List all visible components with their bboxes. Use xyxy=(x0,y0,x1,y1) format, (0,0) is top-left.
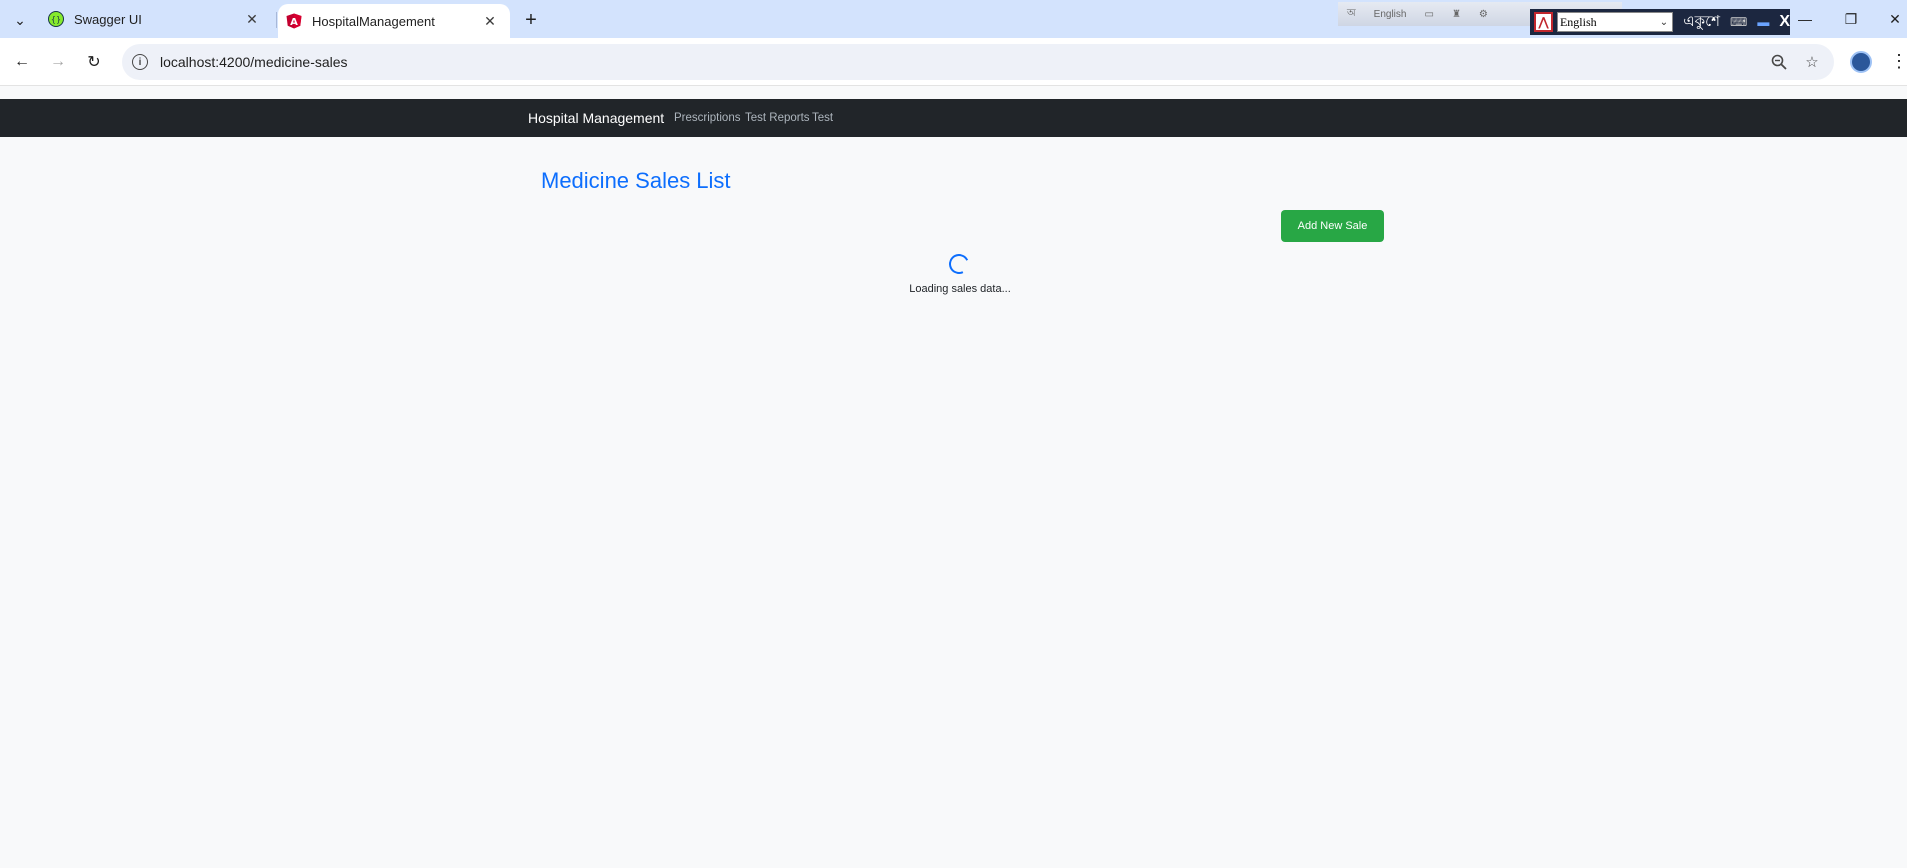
keyboard-icon[interactable]: ▭ xyxy=(1424,9,1433,20)
keyboard-icon[interactable]: ⌨ xyxy=(1730,15,1747,29)
pin-icon[interactable]: ♜ xyxy=(1452,9,1461,20)
window-minimize-icon[interactable]: — xyxy=(1782,6,1828,32)
ime-language-select[interactable]: English ⌄ xyxy=(1556,12,1674,32)
back-arrow-icon[interactable]: ← xyxy=(8,48,36,76)
site-info-icon[interactable]: i xyxy=(132,54,148,70)
reload-icon[interactable]: ↻ xyxy=(80,48,108,76)
ime-top-language[interactable]: English xyxy=(1374,9,1407,20)
ime-language-value: English xyxy=(1559,14,1597,29)
nav-link-test-reports[interactable]: Test Reports xyxy=(745,99,810,137)
tab-title: Swagger UI xyxy=(74,11,142,27)
page-title: Medicine Sales List xyxy=(541,168,731,193)
loading-spinner-icon xyxy=(946,251,972,277)
svg-text:A: A xyxy=(290,17,298,28)
browser-toolbar: ← → ↻ i localhost:4200/medicine-sales ☆ … xyxy=(0,38,1907,86)
tab-divider xyxy=(276,12,277,28)
zoom-icon[interactable] xyxy=(1765,44,1793,80)
tab-close-icon[interactable]: ✕ xyxy=(242,9,262,29)
tab-swagger-ui[interactable]: {} Swagger UI ✕ xyxy=(40,0,272,38)
window-restore-icon[interactable]: ❐ xyxy=(1828,6,1874,32)
add-new-sale-button[interactable]: Add New Sale xyxy=(1281,210,1384,242)
forward-arrow-icon[interactable]: → xyxy=(44,48,72,76)
tab-title: HospitalManagement xyxy=(312,13,435,29)
angular-icon: A xyxy=(286,13,302,29)
minimize-panel-icon[interactable]: ▬ xyxy=(1757,15,1769,29)
address-bar[interactable]: i localhost:4200/medicine-sales xyxy=(122,44,1834,80)
bookmark-star-icon[interactable]: ☆ xyxy=(1798,44,1826,80)
avro-ime-panel: ⋀ English ⌄ একুশে ⌨ ▬ X xyxy=(1530,9,1790,35)
browser-menu-icon[interactable]: ⋮ xyxy=(1890,50,1907,74)
tab-hospital-management[interactable]: A HospitalManagement ✕ xyxy=(278,4,510,38)
tab-search-chevron-icon[interactable]: ⌄ xyxy=(7,7,33,33)
app-navbar: Hospital Management Prescriptions Test R… xyxy=(0,99,1907,137)
gear-icon[interactable]: ⚙ xyxy=(1479,9,1488,20)
chevron-down-icon: ⌄ xyxy=(1659,16,1669,28)
tab-close-icon[interactable]: ✕ xyxy=(480,11,500,31)
profile-avatar[interactable] xyxy=(1850,51,1872,73)
url-text[interactable]: localhost:4200/medicine-sales xyxy=(160,54,348,70)
bangla-letter-icon[interactable]: অ xyxy=(1347,6,1356,23)
nav-link-test[interactable]: Test xyxy=(812,99,833,137)
new-tab-plus-icon[interactable]: + xyxy=(518,7,544,33)
ime-logo-icon: ⋀ xyxy=(1534,12,1553,32)
swagger-icon: {} xyxy=(48,11,64,27)
loading-text: Loading sales data... xyxy=(909,283,1011,295)
ime-bangla-label[interactable]: একুশে xyxy=(1683,10,1720,35)
browser-tabstrip: ⌄ {} Swagger UI ✕ A HospitalManagement ✕… xyxy=(0,0,1907,38)
navbar-brand[interactable]: Hospital Management xyxy=(528,99,664,137)
nav-link-prescriptions[interactable]: Prescriptions xyxy=(674,99,740,137)
window-close-icon[interactable]: ✕ xyxy=(1872,6,1907,32)
svg-text:{}: {} xyxy=(51,15,61,24)
